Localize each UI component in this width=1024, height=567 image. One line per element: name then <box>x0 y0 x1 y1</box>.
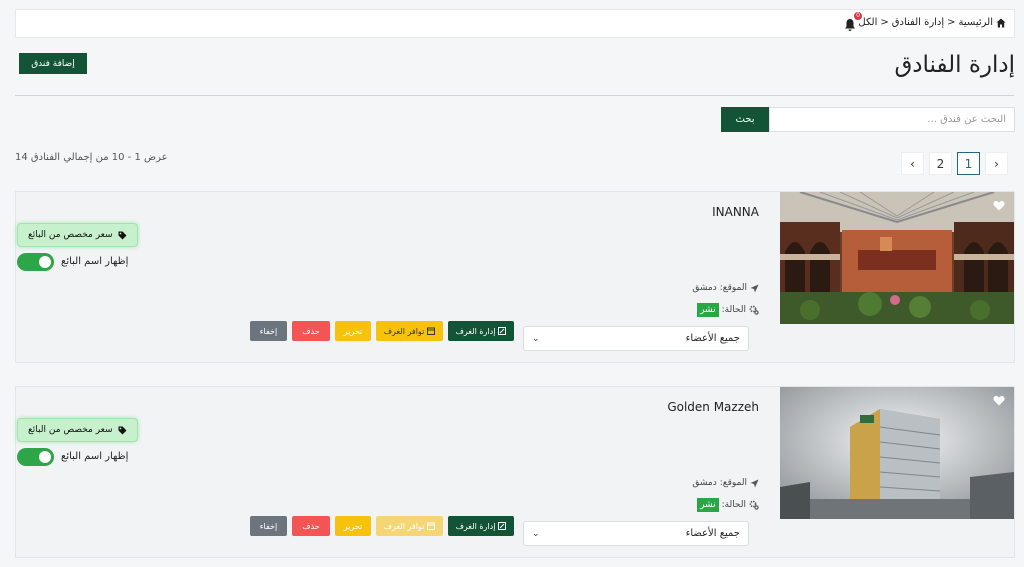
manage-rooms-label: إدارة الغرف <box>455 521 496 531</box>
hotel-photo-courtyard <box>780 192 1014 324</box>
status-label: الحالة: <box>721 500 746 510</box>
hotel-photo-building <box>780 387 1014 519</box>
show-seller-label: إظهار اسم البائع <box>61 451 129 462</box>
search-button[interactable]: بحث <box>721 107 769 132</box>
notification-count-badge: 0 <box>854 12 862 20</box>
hotel-card: INANNA سعر مخصص من البائع إظهار اسم البا… <box>15 191 1015 363</box>
hide-button[interactable]: إخفاء <box>250 321 287 341</box>
location-label: الموقع: <box>719 478 747 488</box>
show-seller-label: إظهار اسم البائع <box>61 256 129 267</box>
hotel-image[interactable] <box>780 387 1014 519</box>
status-badge: نشر <box>697 303 719 317</box>
hotel-actions: إخفاء حذف تحرير توافر الغرف إدارة الغرف <box>250 321 514 341</box>
hotel-status: الحالة: نشر <box>697 498 759 512</box>
notifications-button[interactable]: 0 <box>843 12 862 31</box>
hotel-image[interactable] <box>780 192 1014 324</box>
gears-icon <box>749 500 759 510</box>
top-bar: الرئيسية < إدارة الفنادق < الكل 0 <box>15 9 1015 38</box>
manage-rooms-label: إدارة الغرف <box>455 326 496 336</box>
calendar-icon <box>427 522 436 530</box>
location-arrow-icon <box>750 284 759 292</box>
members-select-value: جميع الأعضاء <box>685 528 740 539</box>
tag-icon <box>118 426 127 434</box>
location-value: دمشق <box>692 283 717 293</box>
add-hotel-button[interactable]: إضافة فندق <box>19 53 87 74</box>
edit-button[interactable]: تحرير <box>335 516 371 536</box>
hotel-location: الموقع: دمشق <box>692 478 759 488</box>
hotel-card: Golden Mazzeh سعر مخصص من البائع إظهار ا… <box>15 386 1015 558</box>
location-label: الموقع: <box>719 283 747 293</box>
pagination-prev[interactable]: ‹ <box>901 152 924 175</box>
divider <box>15 95 1014 96</box>
favorite-heart-icon[interactable] <box>993 395 1005 406</box>
manage-icon <box>498 327 507 335</box>
members-select-value: جميع الأعضاء <box>685 333 740 344</box>
members-select[interactable]: جميع الأعضاء ⌄ <box>523 521 749 546</box>
home-icon <box>996 18 1006 27</box>
calendar-icon <box>427 327 436 335</box>
hide-button[interactable]: إخفاء <box>250 516 287 536</box>
status-label: الحالة: <box>721 305 746 315</box>
chevron-down-icon: ⌄ <box>532 333 540 344</box>
bell-icon <box>845 19 855 31</box>
delete-button[interactable]: حذف <box>292 516 330 536</box>
hotel-name[interactable]: INANNA <box>712 205 759 219</box>
pagination-page-2[interactable]: 2 <box>929 152 952 175</box>
status-badge: نشر <box>697 498 719 512</box>
breadcrumb: الرئيسية < إدارة الفنادق < الكل <box>858 17 1006 28</box>
room-availability-button[interactable]: توافر الغرف <box>376 321 443 341</box>
location-value: دمشق <box>692 478 717 488</box>
favorite-heart-icon[interactable] <box>993 200 1005 211</box>
hotel-name[interactable]: Golden Mazzeh <box>667 400 759 414</box>
search-input[interactable]: البحث عن فندق ... <box>769 107 1015 132</box>
breadcrumb-separator: < <box>880 17 889 28</box>
hotel-status: الحالة: نشر <box>697 303 759 317</box>
room-availability-button[interactable]: توافر الغرف <box>376 516 443 536</box>
hotel-actions: إخفاء حذف تحرير توافر الغرف إدارة الغرف <box>250 516 514 536</box>
members-select[interactable]: جميع الأعضاء ⌄ <box>523 326 749 351</box>
hotel-location: الموقع: دمشق <box>692 283 759 293</box>
pagination: ‹ 2 1 › <box>901 152 1008 175</box>
room-availability-label: توافر الغرف <box>383 521 425 531</box>
breadcrumb-all: الكل <box>858 17 878 28</box>
delete-button[interactable]: حذف <box>292 321 330 341</box>
location-arrow-icon <box>750 479 759 487</box>
pagination-next[interactable]: › <box>985 152 1008 175</box>
page-title: إدارة الفنادق <box>894 52 1015 78</box>
pagination-page-1[interactable]: 1 <box>957 152 980 175</box>
manage-rooms-button[interactable]: إدارة الغرف <box>448 516 514 536</box>
breadcrumb-home[interactable]: الرئيسية <box>959 17 993 28</box>
show-seller-toggle[interactable] <box>17 448 54 466</box>
custom-price-label: سعر مخصص من البائع <box>28 425 113 435</box>
breadcrumb-hotels[interactable]: إدارة الفنادق <box>892 17 944 28</box>
custom-price-label: سعر مخصص من البائع <box>28 230 113 240</box>
manage-rooms-button[interactable]: إدارة الغرف <box>448 321 514 341</box>
tag-icon <box>118 231 127 239</box>
edit-button[interactable]: تحرير <box>335 321 371 341</box>
show-seller-toggle[interactable] <box>17 253 54 271</box>
manage-icon <box>498 522 507 530</box>
chevron-down-icon: ⌄ <box>532 528 540 539</box>
room-availability-label: توافر الغرف <box>383 326 425 336</box>
gears-icon <box>749 305 759 315</box>
custom-price-badge[interactable]: سعر مخصص من البائع <box>17 223 138 247</box>
breadcrumb-separator: < <box>947 17 956 28</box>
results-count: عرض 1 - 10 من إجمالي الفنادق 14 <box>15 152 168 163</box>
custom-price-badge[interactable]: سعر مخصص من البائع <box>17 418 138 442</box>
